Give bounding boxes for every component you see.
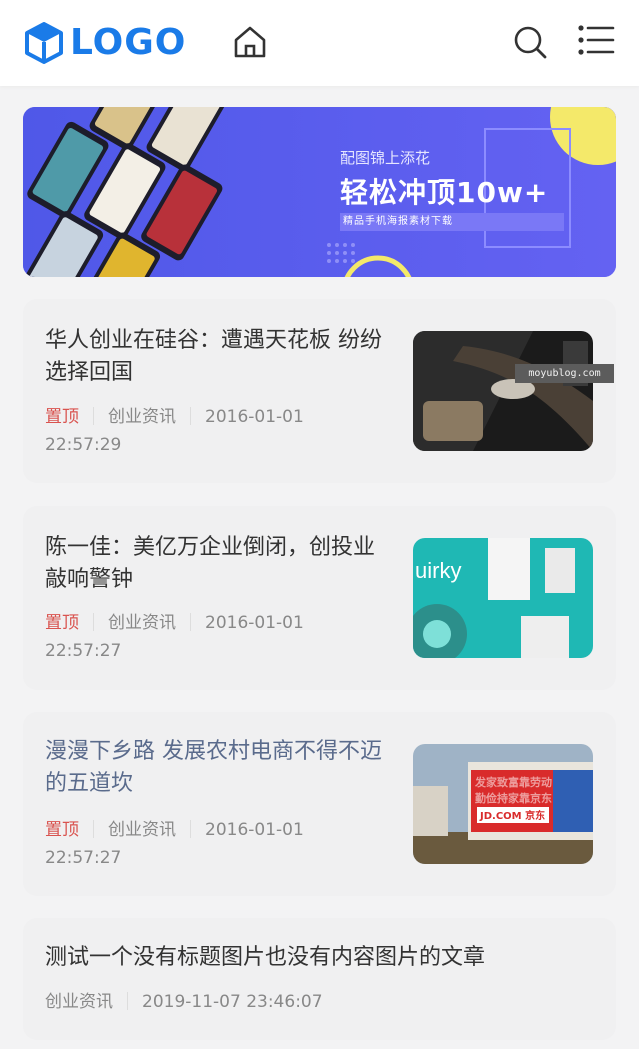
village-sign-image: 发家致富靠劳动 勤俭持家靠京东 JD.COM 京东 [413, 744, 593, 864]
article-title[interactable]: 华人创业在硅谷：遭遇天花板 纷纷选择回国 [45, 325, 395, 389]
article-thumbnail[interactable] [413, 331, 593, 451]
search-button[interactable] [512, 24, 548, 60]
top-header: LOGO [0, 0, 639, 86]
logo-text: LOGO [70, 22, 187, 63]
home-icon [234, 26, 266, 58]
article-title[interactable]: 陈一佳：美亿万企业倒闭，创投业敲响警钟 [45, 532, 395, 596]
article-card[interactable]: 漫漫下乡路 发展农村电商不得不迈的五道坎 置顶 创业资讯 2016-01-01 22:… [23, 712, 616, 896]
car-door-image [413, 331, 593, 451]
article-date: 2016-01-01 [205, 613, 304, 633]
sign-text-1: 发家致富靠劳动 [474, 775, 552, 789]
banner-headline: 轻松冲顶10w+ [340, 176, 549, 209]
banner-subtitle: 配图锦上添花 [340, 149, 431, 167]
home-button[interactable] [232, 24, 268, 60]
article-category[interactable]: 创业资讯 [108, 407, 176, 427]
sign-text-2: 勤俭持家靠京东 [475, 791, 552, 805]
search-icon [514, 26, 547, 59]
article-date: 2016-01-01 [205, 407, 304, 427]
pinned-badge: 置顶 [45, 820, 79, 840]
article-category[interactable]: 创业资讯 [108, 820, 176, 840]
article-title[interactable]: 测试一个没有标题图片也没有内容图片的文章 [45, 942, 605, 974]
article-meta: 置顶 创业资讯 2016-01-01 22:57:27 [45, 609, 375, 665]
article-category[interactable]: 创业资讯 [45, 992, 113, 1012]
site-watermark: moyublog.com [515, 364, 614, 383]
article-time: 22:57:27 [45, 848, 122, 868]
quirky-text: uirky [415, 558, 461, 583]
menu-button[interactable] [576, 22, 616, 58]
article-meta: 置顶 创业资讯 2016-01-01 22:57:29 [45, 403, 375, 459]
sign-text-3: JD.COM 京东 [479, 809, 545, 822]
quirky-image: uirky [413, 538, 593, 658]
banner-tagline: 精品手机海报素材下载 [340, 213, 564, 231]
article-card[interactable]: 陈一佳：美亿万企业倒闭，创投业敲响警钟 置顶 创业资讯 2016-01-01 22:5… [23, 506, 616, 690]
article-thumbnail[interactable]: 发家致富靠劳动 勤俭持家靠京东 JD.COM 京东 [413, 744, 593, 864]
article-meta: 创业资讯 2019-11-07 23:46:07 [45, 988, 585, 1016]
article-card[interactable]: 测试一个没有标题图片也没有内容图片的文章 创业资讯 2019-11-07 23:4… [23, 918, 616, 1040]
article-datetime: 2019-11-07 23:46:07 [142, 992, 323, 1012]
article-card[interactable]: 华人创业在硅谷：遭遇天花板 纷纷选择回国 置顶 创业资讯 2016-01-01 22:… [23, 299, 616, 483]
article-category[interactable]: 创业资讯 [108, 613, 176, 633]
cube-logo-icon [25, 22, 63, 64]
article-title[interactable]: 漫漫下乡路 发展农村电商不得不迈的五道坎 [45, 736, 395, 800]
article-thumbnail[interactable]: uirky [413, 538, 593, 658]
article-date: 2016-01-01 [205, 820, 304, 840]
pinned-badge: 置顶 [45, 407, 79, 427]
pinned-badge: 置顶 [45, 613, 79, 633]
article-time: 22:57:29 [45, 435, 122, 455]
menu-list-icon [578, 25, 615, 55]
promo-banner[interactable]: 配图锦上添花 轻松冲顶10w+ 精品手机海报素材下载 [23, 107, 616, 277]
article-meta: 置顶 创业资讯 2016-01-01 22:57:27 [45, 816, 375, 872]
article-time: 22:57:27 [45, 641, 122, 661]
site-logo[interactable]: LOGO [24, 22, 186, 64]
